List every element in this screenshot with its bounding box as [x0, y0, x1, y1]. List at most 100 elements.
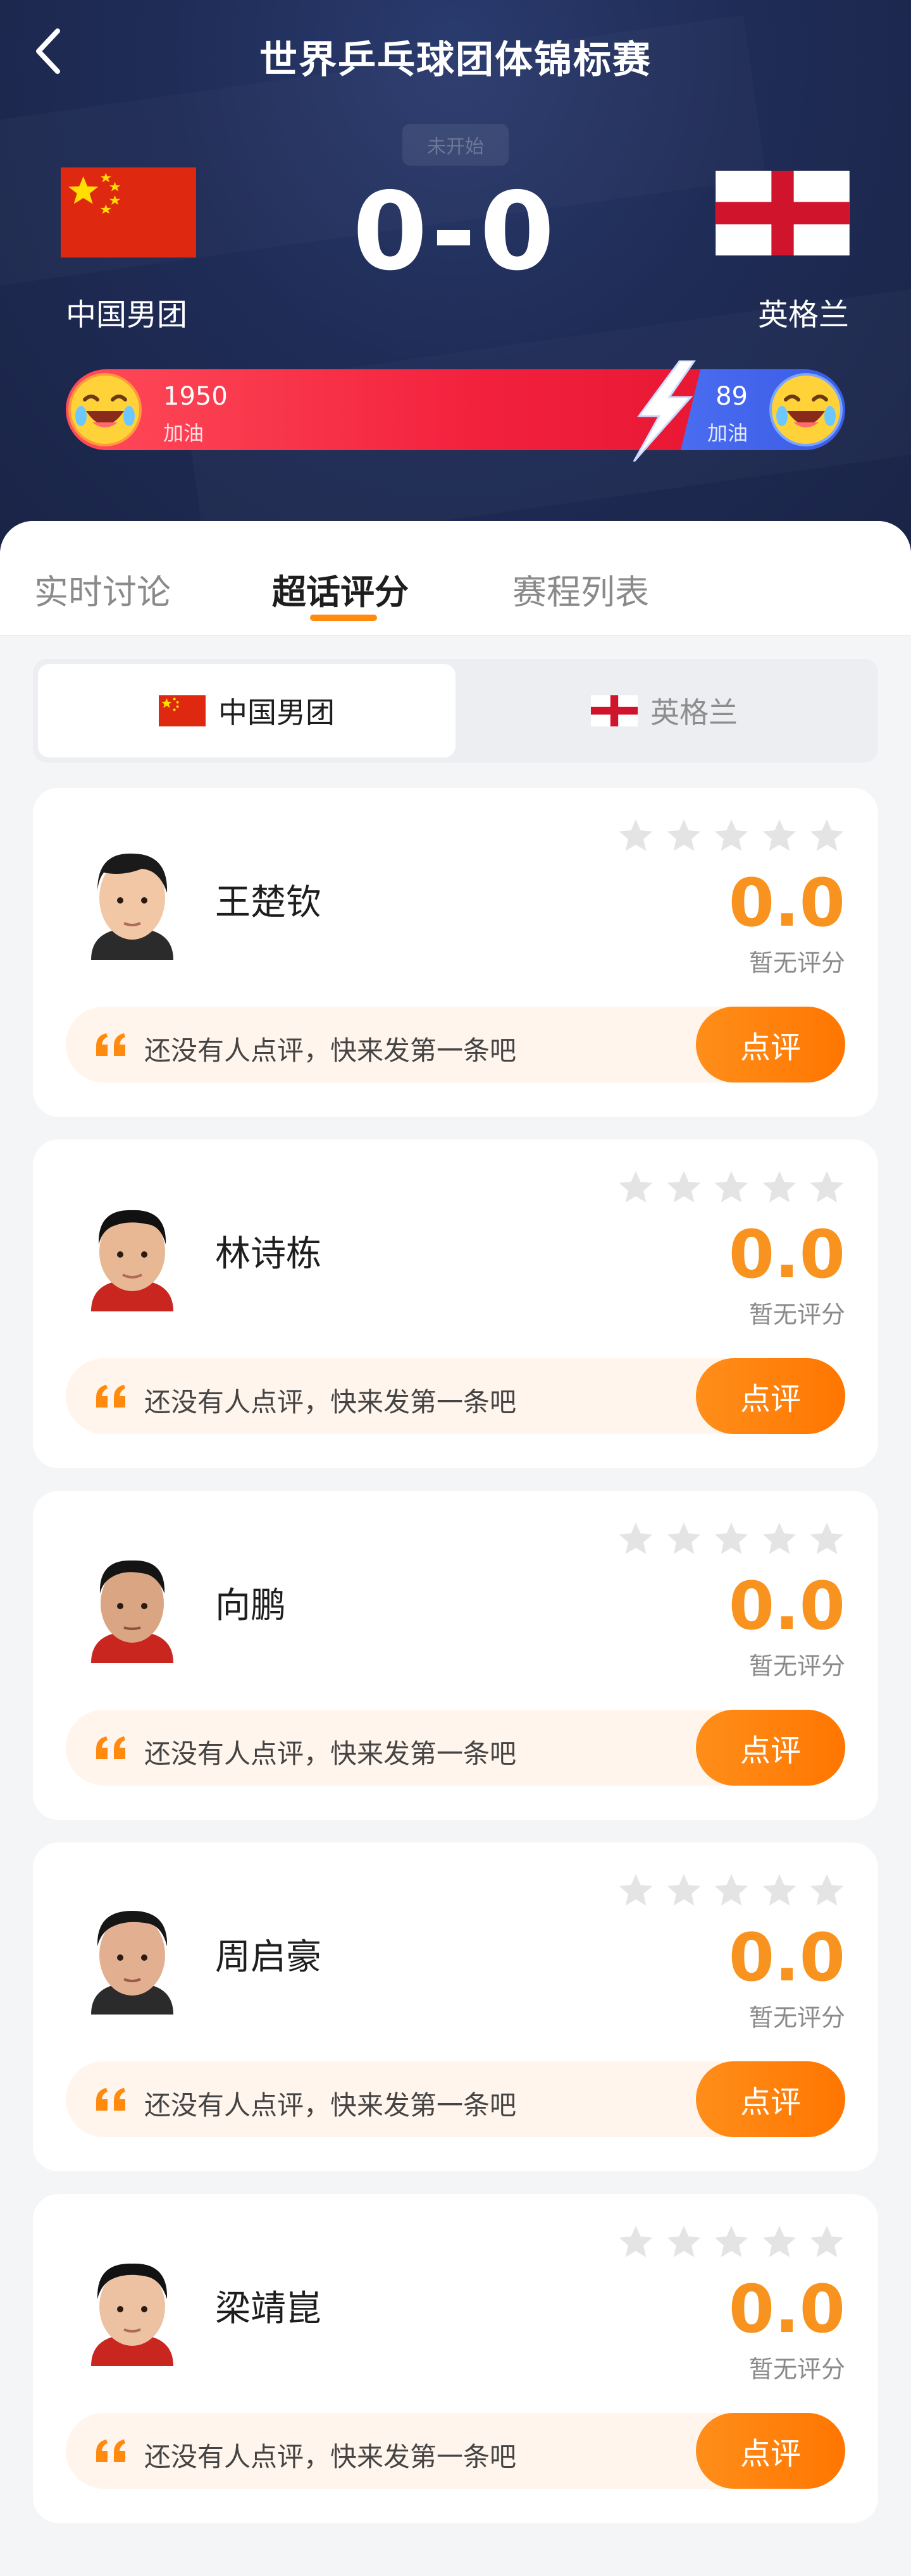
- score-note: 暂无评分: [748, 1301, 845, 1328]
- star-icon[interactable]: [807, 2223, 846, 2262]
- player-name: 周启豪: [215, 1937, 321, 1978]
- away-cheer-button[interactable]: [768, 372, 844, 448]
- match-status-badge: 未开始: [402, 124, 509, 166]
- home-cheer-button[interactable]: [67, 372, 143, 448]
- away-cheer-count: 89: [716, 382, 748, 411]
- score-note: 暂无评分: [748, 949, 845, 977]
- star-icon[interactable]: [664, 817, 703, 856]
- tab-schedule[interactable]: 赛程列表: [512, 564, 649, 614]
- review-row[interactable]: 还没有人点评，快来发第一条吧 点评: [66, 1358, 845, 1434]
- star-icon[interactable]: [760, 817, 799, 856]
- star-icon[interactable]: [712, 1872, 751, 1911]
- star-icon[interactable]: [616, 2223, 655, 2262]
- player-card: 周启豪 0.0 暂无评分 还没有人点评，快来发第一条吧 点评: [33, 1843, 878, 2171]
- rating-stars[interactable]: [616, 2223, 846, 2265]
- avatar: [78, 840, 186, 960]
- player-score: 0.0: [728, 1216, 845, 1293]
- lightning-icon: [633, 360, 696, 462]
- active-tab-indicator: [310, 615, 377, 621]
- review-button[interactable]: 点评: [696, 1007, 845, 1083]
- england-flag-icon: [591, 695, 638, 727]
- player-card: 王楚钦 0.0 暂无评分 还没有人点评，快来发第一条吧 点评: [33, 788, 878, 1117]
- tab-bar: 实时讨论 超话评分 赛程列表: [0, 521, 911, 636]
- review-placeholder: 还没有人点评，快来发第一条吧: [144, 1738, 517, 1769]
- score-note: 暂无评分: [748, 2355, 845, 2383]
- away-team-name: 英格兰: [757, 297, 849, 333]
- player-name: 林诗栋: [215, 1234, 321, 1275]
- avatar: [78, 1543, 186, 1663]
- review-button[interactable]: 点评: [696, 1710, 845, 1786]
- away-cheer-label: 加油: [707, 421, 748, 445]
- star-icon[interactable]: [712, 1520, 751, 1559]
- player-score: 0.0: [728, 1567, 845, 1645]
- team-switch-away[interactable]: 英格兰: [456, 664, 873, 757]
- home-team-name: 中国男团: [66, 297, 188, 333]
- star-icon[interactable]: [616, 817, 655, 856]
- star-icon[interactable]: [760, 2223, 799, 2262]
- rating-stars[interactable]: [616, 1168, 846, 1210]
- review-row[interactable]: 还没有人点评，快来发第一条吧 点评: [66, 1007, 845, 1083]
- tab-rating[interactable]: 超话评分: [272, 564, 409, 614]
- tab-live-discussion[interactable]: 实时讨论: [34, 564, 171, 614]
- cheering-face-icon: [769, 373, 843, 446]
- star-icon[interactable]: [807, 1168, 846, 1208]
- team-switch-home[interactable]: 中国男团: [38, 664, 456, 757]
- player-score: 0.0: [728, 2271, 845, 2348]
- quote-icon: [94, 1735, 129, 1760]
- star-icon[interactable]: [807, 1520, 846, 1559]
- review-button[interactable]: 点评: [696, 2413, 845, 2489]
- star-icon[interactable]: [760, 1168, 799, 1208]
- player-score: 0.0: [728, 864, 845, 941]
- quote-icon: [94, 1032, 129, 1057]
- review-row[interactable]: 还没有人点评，快来发第一条吧 点评: [66, 2061, 845, 2137]
- review-button[interactable]: 点评: [696, 1358, 845, 1434]
- quote-icon: [94, 2087, 129, 2112]
- player-name: 向鹏: [215, 1585, 286, 1626]
- team-switch: 中国男团 英格兰: [33, 659, 878, 763]
- review-row[interactable]: 还没有人点评，快来发第一条吧 点评: [66, 1710, 845, 1786]
- avatar: [78, 2246, 186, 2366]
- player-card: 向鹏 0.0 暂无评分 还没有人点评，快来发第一条吧 点评: [33, 1491, 878, 1820]
- avatar: [78, 1894, 186, 2015]
- star-icon[interactable]: [712, 817, 751, 856]
- review-button[interactable]: 点评: [696, 2061, 845, 2137]
- china-flag-icon: [159, 695, 206, 727]
- star-icon[interactable]: [664, 2223, 703, 2262]
- star-icon[interactable]: [760, 1872, 799, 1911]
- avatar: [78, 1191, 186, 1311]
- star-icon[interactable]: [664, 1168, 703, 1208]
- cheer-bar: 1950 加油 89 加油: [66, 360, 845, 462]
- player-name: 梁靖崑: [215, 2288, 321, 2329]
- quote-icon: [94, 1383, 129, 1409]
- player-card: 梁靖崑 0.0 暂无评分 还没有人点评，快来发第一条吧 点评: [33, 2194, 878, 2523]
- team-switch-home-label: 中国男团: [218, 696, 335, 730]
- star-icon[interactable]: [807, 817, 846, 856]
- review-row[interactable]: 还没有人点评，快来发第一条吧 点评: [66, 2413, 845, 2489]
- rating-stars[interactable]: [616, 1520, 846, 1562]
- content-panel: 实时讨论 超话评分 赛程列表 中国男团 英格兰 王楚钦 0.0 暂无评分 还没有…: [0, 521, 911, 2576]
- home-cheer-count: 1950: [163, 382, 228, 411]
- quote-icon: [94, 2438, 129, 2463]
- player-card: 林诗栋 0.0 暂无评分 还没有人点评，快来发第一条吧 点评: [33, 1139, 878, 1468]
- star-icon[interactable]: [664, 1520, 703, 1559]
- star-icon[interactable]: [616, 1168, 655, 1208]
- star-icon[interactable]: [712, 2223, 751, 2262]
- match-header: 世界乒乓球团体锦标赛 未开始 0-0 中国男团 英格兰 1950 加油 89 加…: [0, 0, 911, 556]
- rating-stars[interactable]: [616, 1872, 846, 1913]
- star-icon[interactable]: [616, 1520, 655, 1559]
- page-title: 世界乒乓球团体锦标赛: [259, 38, 652, 82]
- rating-stars[interactable]: [616, 817, 846, 859]
- player-name: 王楚钦: [215, 882, 321, 923]
- star-icon[interactable]: [807, 1872, 846, 1911]
- player-score: 0.0: [728, 1919, 845, 1996]
- star-icon[interactable]: [760, 1520, 799, 1559]
- review-placeholder: 还没有人点评，快来发第一条吧: [144, 2090, 517, 2121]
- cheering-face-icon: [68, 373, 142, 446]
- star-icon[interactable]: [712, 1168, 751, 1208]
- score-note: 暂无评分: [748, 2004, 845, 2032]
- england-flag-icon: [716, 171, 850, 255]
- star-icon[interactable]: [616, 1872, 655, 1911]
- team-switch-away-label: 英格兰: [650, 696, 738, 730]
- star-icon[interactable]: [664, 1872, 703, 1911]
- review-placeholder: 还没有人点评，快来发第一条吧: [144, 1035, 517, 1066]
